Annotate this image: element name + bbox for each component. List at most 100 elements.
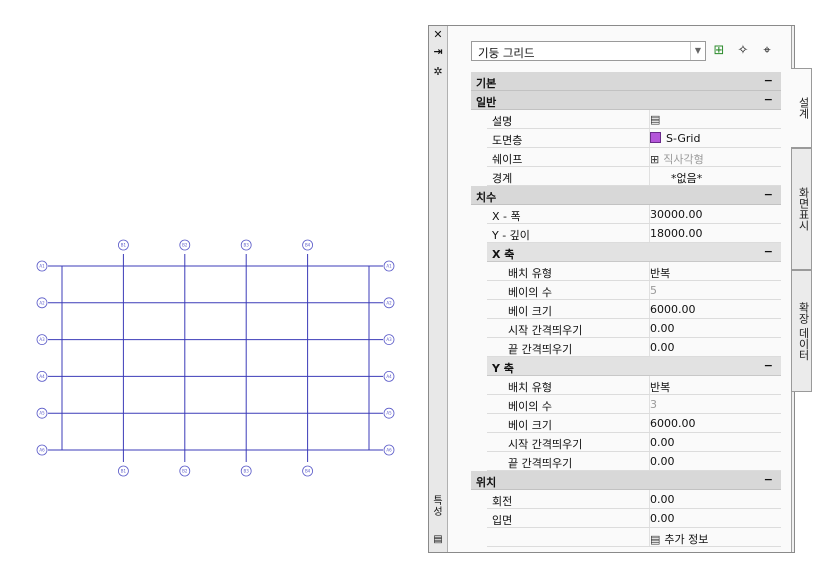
- property-row[interactable]: 끝 간격띄우기 0.00: [487, 452, 781, 471]
- row-label: 베이 크기: [508, 419, 552, 432]
- property-row[interactable]: 회전 0.00: [487, 490, 781, 509]
- row-value-text: 0.00: [650, 455, 675, 468]
- collapse-toggle[interactable]: −: [764, 245, 773, 258]
- row-value[interactable]: *없음*: [671, 170, 702, 186]
- row-value[interactable]: 0.00: [650, 322, 675, 335]
- add-selection-icon[interactable]: ⊞: [710, 42, 728, 60]
- row-value[interactable]: ⊞ 직사각형: [650, 151, 704, 167]
- property-row[interactable]: 입면 0.00: [487, 509, 781, 528]
- row-label: 쉐이프: [492, 153, 523, 166]
- property-row[interactable]: 시작 간격띄우기 0.00: [487, 319, 781, 338]
- bubble-label: A5: [39, 411, 45, 416]
- grid-bubble-left: A2: [36, 297, 48, 309]
- row-label: 배치 유형: [508, 381, 552, 394]
- grid-bubble-left: A4: [36, 370, 48, 382]
- menu-icon[interactable]: ▤: [432, 534, 444, 546]
- property-row[interactable]: 시작 간격띄우기 0.00: [487, 433, 781, 452]
- row-label: 회전: [492, 495, 513, 508]
- collapse-toggle[interactable]: −: [764, 74, 773, 87]
- row-value-text: 반복: [650, 267, 671, 280]
- property-row[interactable]: 베이 크기 6000.00: [487, 414, 781, 433]
- close-icon[interactable]: ✕: [432, 29, 444, 41]
- row-value[interactable]: 0.00: [650, 493, 675, 506]
- property-row[interactable]: 경계 *없음*: [487, 167, 781, 186]
- chevron-down-icon[interactable]: ▼: [690, 42, 705, 60]
- row-value-text: 0.00: [650, 341, 675, 354]
- row-value[interactable]: 18000.00: [650, 227, 703, 240]
- category-row[interactable]: 위치 −: [471, 471, 781, 490]
- collapse-toggle[interactable]: −: [764, 188, 773, 201]
- property-row[interactable]: 배치 유형 반복: [487, 262, 781, 281]
- row-label: 시작 간격띄우기: [508, 438, 583, 451]
- quick-select-icon[interactable]: ✧: [734, 42, 752, 60]
- subcategory-row[interactable]: X 축 −: [487, 243, 781, 262]
- row-label: 베이 크기: [508, 305, 552, 318]
- bubble-label: A6: [39, 448, 45, 453]
- grid-bubble-bottom: B3: [240, 465, 252, 477]
- property-row[interactable]: 배치 유형 반복: [487, 376, 781, 395]
- row-value[interactable]: 5: [650, 284, 657, 297]
- property-row[interactable]: 설명 ▤: [487, 110, 781, 129]
- bubble-label: A4: [39, 374, 45, 379]
- category-row[interactable]: 기본 −: [471, 72, 781, 91]
- palette-titlebar[interactable]: ✕ ⇥ ✲ 특 성 ▤: [429, 26, 448, 552]
- category-row[interactable]: 치수 −: [471, 186, 781, 205]
- grid-bubble-bottom: B1: [118, 465, 129, 477]
- collapse-toggle[interactable]: −: [764, 93, 773, 106]
- property-row[interactable]: 쉐이프 ⊞ 직사각형: [487, 148, 781, 167]
- row-value[interactable]: 3: [650, 398, 657, 411]
- bubble-label: B4: [305, 469, 311, 474]
- style-select-value: 기둥 그리드: [478, 46, 535, 60]
- row-value-text: *없음*: [671, 172, 703, 185]
- property-row[interactable]: 베이의 수 3: [487, 395, 781, 414]
- property-row[interactable]: 도면층 S-Grid: [487, 129, 781, 148]
- row-value[interactable]: 반복: [650, 265, 670, 281]
- grid-bubble-left: A1: [36, 260, 48, 272]
- row-value[interactable]: ▤ 추가 정보: [650, 531, 708, 547]
- grid-bubble-right: A3: [383, 334, 395, 346]
- row-value[interactable]: 반복: [650, 379, 670, 395]
- row-value[interactable]: 0.00: [650, 341, 675, 354]
- tab-display[interactable]: 화면표시: [791, 148, 812, 270]
- bubble-label: A1: [39, 264, 45, 269]
- row-value-text: 6000.00: [650, 303, 696, 316]
- style-select[interactable]: 기둥 그리드 ▼: [471, 41, 706, 61]
- row-value-text: 5: [650, 284, 657, 297]
- collapse-toggle[interactable]: −: [764, 473, 773, 486]
- subcategory-row[interactable]: Y 축 −: [487, 357, 781, 376]
- property-row[interactable]: X - 폭 30000.00: [487, 205, 781, 224]
- tab-design[interactable]: 설계: [791, 68, 812, 148]
- grid-bubble-right: A4: [383, 370, 395, 382]
- row-value[interactable]: 0.00: [650, 455, 675, 468]
- row-value[interactable]: 0.00: [650, 436, 675, 449]
- property-row[interactable]: Y - 깊이 18000.00: [487, 224, 781, 243]
- grid-bubble-left: A3: [36, 334, 48, 346]
- auto-hide-icon[interactable]: ⇥: [432, 46, 444, 58]
- row-value[interactable]: 0.00: [650, 512, 675, 525]
- property-row[interactable]: 끝 간격띄우기 0.00: [487, 338, 781, 357]
- row-value-text: 18000.00: [650, 227, 703, 240]
- property-row[interactable]: ▤ 추가 정보: [487, 528, 781, 547]
- bubble-label: B2: [182, 243, 188, 248]
- row-value[interactable]: 30000.00: [650, 208, 703, 221]
- bubble-label: B2: [182, 469, 188, 474]
- row-value-text: 6000.00: [650, 417, 696, 430]
- collapse-toggle[interactable]: −: [764, 359, 773, 372]
- bubble-label: A5: [386, 411, 392, 416]
- properties-icon[interactable]: ✲: [432, 66, 444, 78]
- column-grid-drawing[interactable]: B1 B1 B2 B2 B3 B3 B4 B4 A1 A1 A2 A2 A3 A3 A4 A4 A5 A5 A6 A6: [0, 0, 420, 572]
- grid-bubble-bottom: B2: [179, 465, 191, 477]
- property-row[interactable]: 베이 크기 6000.00: [487, 300, 781, 319]
- category-row[interactable]: 일반 −: [471, 91, 781, 110]
- row-value[interactable]: S-Grid: [650, 132, 700, 145]
- row-value[interactable]: 6000.00: [650, 417, 696, 430]
- table-icon: ▤: [650, 113, 661, 126]
- grid-bubble-left: A6: [36, 444, 48, 456]
- tab-extended-data[interactable]: 확장 데이터: [791, 270, 812, 392]
- property-row[interactable]: 베이의 수 5: [487, 281, 781, 300]
- select-objects-icon[interactable]: ⌖: [758, 42, 776, 60]
- row-value[interactable]: ▤: [650, 113, 664, 126]
- row-label: 설명: [492, 115, 513, 128]
- row-label: 끝 간격띄우기: [508, 457, 573, 470]
- row-value[interactable]: 6000.00: [650, 303, 696, 316]
